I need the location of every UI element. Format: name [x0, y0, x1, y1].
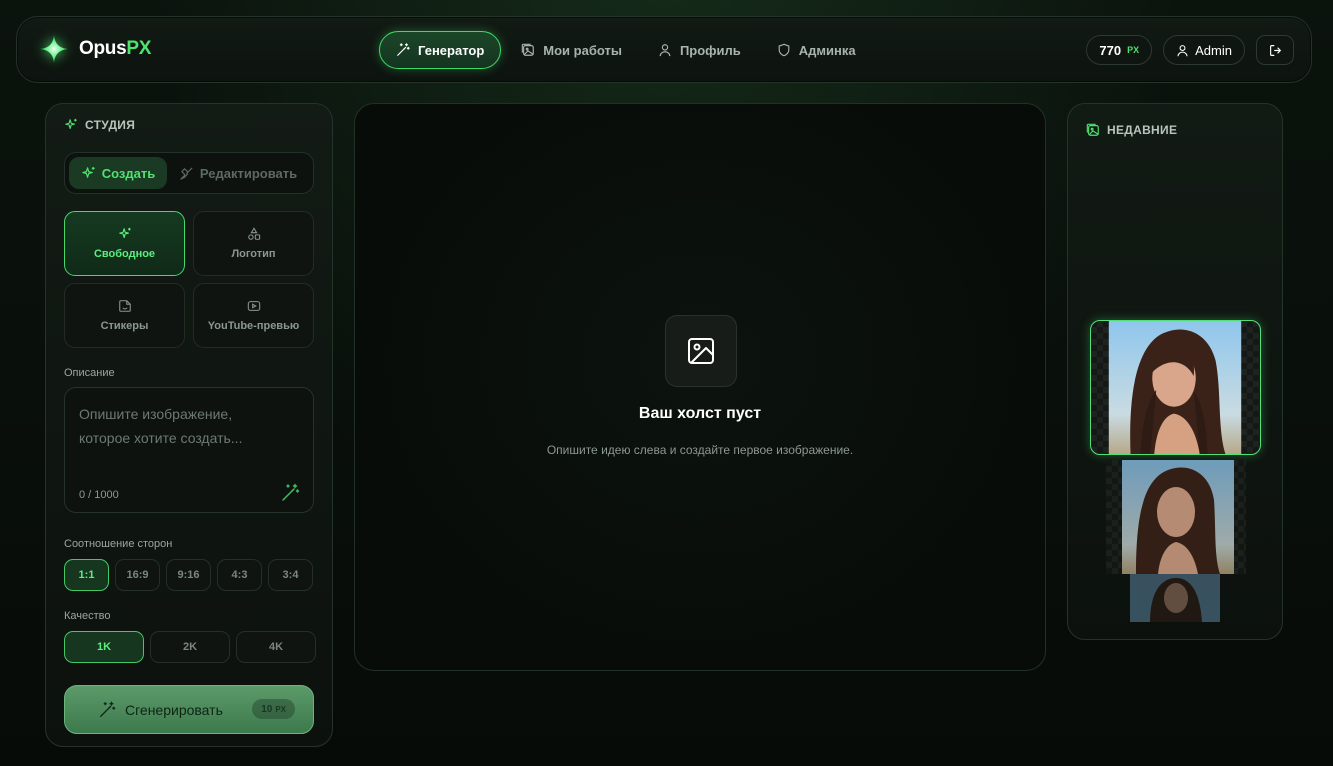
mode-freeform[interactable]: Свободное — [64, 211, 185, 276]
description-label: Описание — [64, 367, 115, 379]
recent-image-thumbnail[interactable] — [1106, 460, 1246, 574]
nav-generator-label: Генератор — [418, 42, 485, 58]
main-nav: Генератор Мои работы Профиль Админка — [379, 31, 872, 69]
top-header: OpusPX Генератор Мои работы Профиль Адми… — [16, 16, 1312, 83]
tab-create-label: Создать — [101, 165, 156, 181]
sticker-icon — [118, 300, 131, 312]
nav-profile[interactable]: Профиль — [642, 31, 757, 69]
star-logo-icon — [40, 35, 68, 63]
studio-title: СТУДИЯ — [64, 118, 135, 132]
studio-mode-switch: Создать Редактировать — [64, 152, 314, 194]
user-icon — [659, 44, 671, 57]
char-counter: 0 / 1000 — [79, 489, 119, 501]
studio-title-text: СТУДИЯ — [85, 118, 136, 132]
mode-stickers-label: Стикеры — [100, 320, 149, 332]
logout-icon — [1269, 44, 1281, 56]
generate-cost-badge: 10 PX — [252, 699, 295, 719]
quality-4k[interactable]: 4K — [236, 631, 316, 663]
shapes-icon — [247, 227, 260, 240]
generate-button[interactable]: Сгенерировать 10 PX — [64, 685, 314, 734]
sparkles-icon — [65, 118, 77, 130]
ratio-16-9[interactable]: 16:9 — [115, 559, 160, 591]
balance-badge[interactable]: 770 PX — [1086, 35, 1153, 65]
sparkles-icon — [82, 166, 95, 178]
username: Admin — [1195, 42, 1232, 58]
generate-label: Сгенерировать — [125, 701, 223, 718]
mode-youtube-label: YouTube-превью — [207, 320, 300, 332]
portrait-image — [1108, 321, 1242, 454]
recent-image-thumbnail[interactable] — [1130, 574, 1220, 622]
mode-youtube-preview[interactable]: YouTube-превью — [193, 283, 314, 348]
generate-cost: 10 — [261, 703, 273, 715]
nav-generator[interactable]: Генератор — [379, 31, 502, 69]
brush-icon — [180, 166, 193, 180]
empty-canvas-image-icon — [665, 315, 737, 387]
user-menu-button[interactable]: Admin — [1163, 35, 1245, 65]
nav-my-works[interactable]: Мои работы — [505, 31, 638, 69]
generate-cost-unit: PX — [275, 704, 286, 714]
canvas-empty-title: Ваш холст пуст — [638, 405, 762, 422]
images-icon — [1086, 123, 1099, 136]
ratio-group: 1:1 16:9 9:16 4:3 3:4 — [64, 559, 313, 591]
ratio-label: Соотношение сторон — [64, 538, 173, 550]
quality-1k[interactable]: 1K — [64, 631, 144, 663]
brand-logo[interactable]: OpusPX — [39, 34, 151, 64]
balance-unit: PX — [1127, 45, 1140, 55]
recent-image-thumbnail[interactable] — [1090, 320, 1261, 455]
tab-edit[interactable]: Редактировать — [173, 157, 303, 189]
ratio-9-16[interactable]: 9:16 — [166, 559, 211, 591]
nav-my-works-label: Мои работы — [543, 42, 622, 58]
mode-logo-label: Логотип — [231, 248, 276, 260]
wand-icon — [397, 43, 410, 56]
mode-stickers[interactable]: Стикеры — [64, 283, 185, 348]
canvas-empty-subtitle: Опишите идею слева и создайте первое изо… — [546, 443, 854, 457]
canvas-area: Ваш холст пуст Опишите идею слева и созд… — [354, 103, 1046, 671]
quality-2k[interactable]: 2K — [150, 631, 230, 663]
quality-group: 1K 2K 4K — [64, 631, 316, 663]
mode-logo[interactable]: Логотип — [193, 211, 314, 276]
play-icon — [247, 301, 260, 311]
description-field[interactable]: Опишите изображение, которое хотите созд… — [64, 387, 314, 513]
nav-profile-label: Профиль — [679, 42, 741, 58]
ratio-1-1[interactable]: 1:1 — [64, 559, 109, 591]
tab-create[interactable]: Создать — [69, 157, 167, 189]
recent-title: НЕДАВНИЕ — [1086, 123, 1177, 137]
brand-name: OpusPX — [79, 38, 152, 59]
nav-admin[interactable]: Админка — [761, 31, 872, 69]
quality-label: Качество — [64, 610, 111, 622]
ratio-4-3[interactable]: 4:3 — [217, 559, 262, 591]
wand-icon — [100, 701, 116, 717]
balance-value: 770 — [1099, 42, 1122, 58]
images-icon — [522, 43, 535, 56]
nav-admin-label: Админка — [798, 42, 856, 58]
sparkles-icon — [118, 227, 131, 239]
recent-panel: НЕДАВНИЕ — [1067, 103, 1283, 640]
image-icon — [688, 338, 714, 364]
mode-freeform-label: Свободное — [93, 248, 156, 260]
tab-edit-label: Редактировать — [199, 165, 298, 181]
description-placeholder: Опишите изображение, которое хотите созд… — [79, 406, 243, 446]
recent-title-text: НЕДАВНИЕ — [1107, 123, 1178, 137]
ratio-3-4[interactable]: 3:4 — [268, 559, 313, 591]
header-right: 770 PX Admin — [1086, 35, 1294, 65]
studio-panel: СТУДИЯ Создать Редактировать Свободное Л… — [45, 103, 333, 747]
user-icon — [1177, 44, 1188, 56]
portrait-image — [1122, 460, 1234, 574]
magic-wand-icon[interactable] — [280, 483, 300, 503]
portrait-image — [1130, 574, 1220, 622]
shield-icon — [778, 43, 790, 57]
logout-button[interactable] — [1256, 35, 1294, 65]
